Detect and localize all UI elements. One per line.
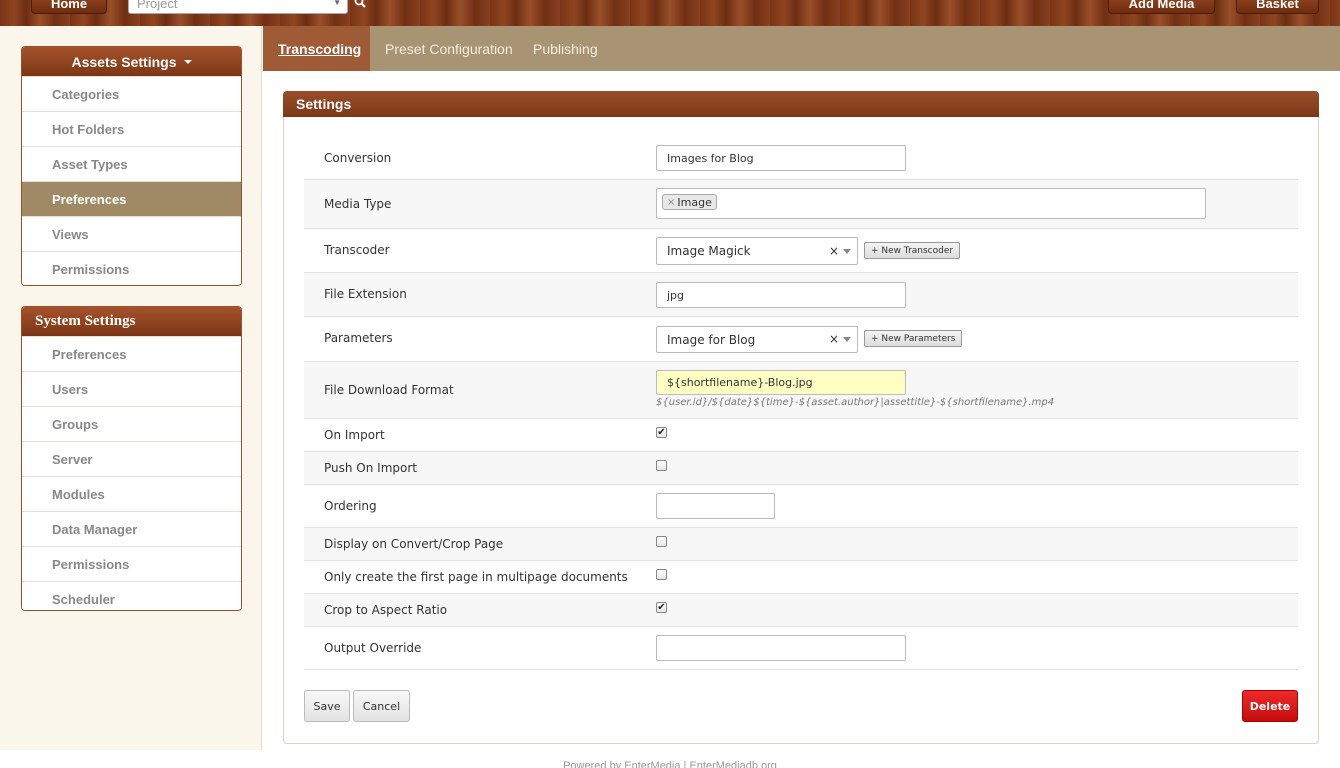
sidebar-item-groups[interactable]: Groups [22,406,241,441]
tab-publishing[interactable]: Publishing [518,26,613,71]
save-button[interactable]: Save [304,690,350,722]
crop-aspect-label: Crop to Aspect Ratio [324,603,448,617]
parameters-label: Parameters [324,331,393,345]
search-icon[interactable] [354,0,366,8]
sidebar-item-data-manager[interactable]: Data Manager [22,511,241,546]
sidebar-item-server[interactable]: Server [22,441,241,476]
parameters-select[interactable]: Image for Blog [656,326,858,353]
remove-tag-icon[interactable]: × [667,197,675,208]
media-type-tag: × Image [662,194,717,210]
crop-aspect-row: Crop to Aspect Ratio [304,594,1298,627]
file-extension-label: File Extension [324,287,407,301]
conversion-label: Conversion [324,151,392,165]
system-settings-title: System Settings [22,307,241,336]
conversion-input[interactable]: Images for Blog [656,145,906,171]
push-on-import-checkbox[interactable] [656,460,667,471]
display-convert-label: Display on Convert/Crop Page [324,537,504,551]
media-type-label: Media Type [324,197,392,211]
on-import-row: On Import [304,419,1298,452]
first-page-checkbox[interactable] [656,569,667,580]
push-on-import-row: Push On Import [304,452,1298,485]
assets-settings-title: Assets Settings [71,53,177,70]
assets-settings-toggle[interactable]: Assets Settings [22,47,241,76]
assets-settings-panel: Assets Settings Categories Hot Folders A… [21,46,242,286]
ordering-label: Ordering [324,499,377,513]
clear-icon[interactable]: × [829,332,839,346]
system-settings-panel: System Settings Preferences Users Groups… [21,306,242,611]
chevron-down-icon[interactable] [843,337,851,342]
clear-icon[interactable]: × [829,244,839,258]
add-media-button[interactable]: Add Media [1108,0,1215,14]
settings-title: Settings [283,91,1319,117]
sidebar-item-scheduler[interactable]: Scheduler [22,581,241,610]
media-type-tag-label: Image [677,195,712,209]
sidebar-item-modules[interactable]: Modules [22,476,241,511]
footer-text: Powered by EnterMedia | EnterMediadb.org [0,750,1340,768]
new-parameters-button[interactable]: + New Parameters [864,330,963,347]
output-override-input[interactable] [656,635,906,661]
cancel-button[interactable]: Cancel [353,690,410,722]
file-download-hint: ${user.id}/${date}${time}-${asset.author… [656,397,1055,408]
ordering-input[interactable] [656,493,775,519]
display-convert-row: Display on Convert/Crop Page [304,528,1298,561]
tab-transcoding[interactable]: Transcoding [263,26,370,71]
file-extension-input[interactable]: jpg [656,282,906,308]
crop-aspect-checkbox[interactable]: ✔ [656,602,667,613]
project-select-placeholder: Project [137,0,178,11]
display-convert-checkbox[interactable] [656,536,667,547]
sidebar-item-system-permissions[interactable]: Permissions [22,546,241,581]
sidebar-item-asset-types[interactable]: Asset Types [22,146,241,181]
ordering-row: Ordering [304,485,1298,528]
sidebar-item-system-preferences[interactable]: Preferences [22,336,241,371]
file-download-input[interactable]: ${shortfilename}-Blog.jpg [656,370,906,395]
sidebar-item-users[interactable]: Users [22,371,241,406]
tab-preset-configuration[interactable]: Preset Configuration [370,26,528,71]
sidebar-item-views[interactable]: Views [22,216,241,251]
new-transcoder-button[interactable]: + New Transcoder [864,242,961,259]
home-button[interactable]: Home [31,0,107,14]
output-override-label: Output Override [324,641,422,655]
transcoder-label: Transcoder [324,243,390,257]
on-import-checkbox[interactable]: ✔ [656,427,667,438]
first-page-row: Only create the first page in multipage … [304,561,1298,594]
sidebar-item-categories[interactable]: Categories [22,76,241,111]
on-import-label: On Import [324,428,385,442]
sidebar-item-hot-folders[interactable]: Hot Folders [22,111,241,146]
first-page-label: Only create the first page in multipage … [324,570,628,584]
chevron-down-icon[interactable] [843,249,851,254]
sidebar-item-permissions[interactable]: Permissions [22,251,241,285]
media-type-multiselect[interactable] [656,188,1206,219]
project-select[interactable]: Project ▼ [128,0,348,14]
tab-bar: Transcoding Preset Configuration Publish… [263,26,1340,71]
push-on-import-label: Push On Import [324,461,417,475]
caret-down-icon [183,59,192,64]
file-download-label: File Download Format [324,383,454,397]
delete-button[interactable]: Delete [1242,690,1298,722]
chevron-down-icon: ▼ [333,0,341,7]
sidebar-item-preferences[interactable]: Preferences [22,181,241,216]
transcoder-select[interactable]: Image Magick [656,237,858,265]
basket-button[interactable]: Basket [1236,0,1319,14]
